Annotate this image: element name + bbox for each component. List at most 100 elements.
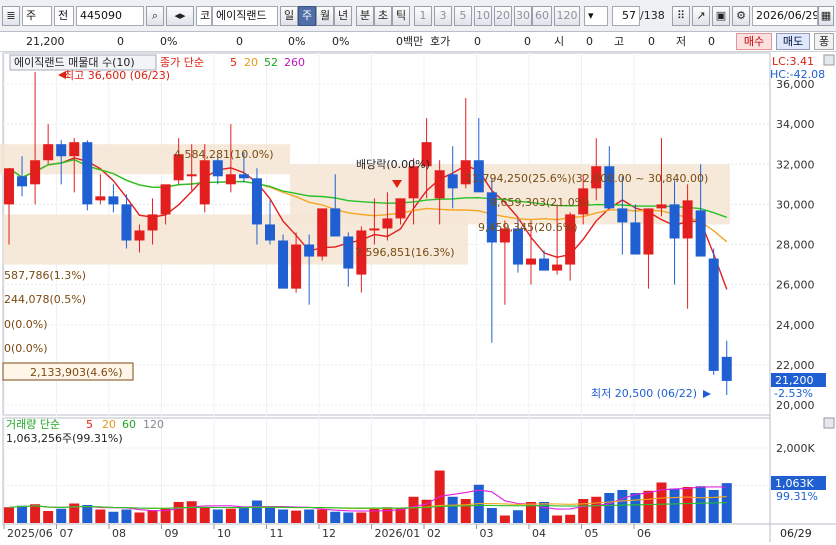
- candle-body: [225, 174, 236, 185]
- ma-period-52: 52: [264, 56, 278, 69]
- volume-bar: [447, 496, 458, 523]
- broker-label[interactable]: 코: [196, 6, 212, 26]
- gear-icon[interactable]: ⚙: [732, 6, 750, 26]
- volume-bar: [382, 507, 393, 523]
- tab-year[interactable]: 년: [334, 6, 352, 26]
- volume-bar: [656, 482, 667, 523]
- panel-close-icon[interactable]: [823, 417, 835, 429]
- minute-30[interactable]: 30: [514, 6, 532, 26]
- volume-bar: [643, 490, 654, 523]
- minute-20[interactable]: 20: [494, 6, 512, 26]
- volume-icon[interactable]: ◂▸: [166, 6, 194, 26]
- volume-tick-label: 2,000K: [776, 442, 815, 455]
- candle-body: [721, 356, 732, 381]
- hc-label: HC:-42.08: [770, 68, 825, 81]
- volume-bar: [317, 509, 328, 523]
- settings-button[interactable]: 퐁: [814, 33, 834, 50]
- profile-label: 9,459,345(20.6%): [478, 221, 578, 234]
- candle-body: [395, 198, 406, 219]
- candle-body: [69, 142, 80, 157]
- profile-label: 11,794,250(25.6%)(32,000.00 ~ 30,840.00): [465, 172, 708, 185]
- candle-body: [552, 264, 563, 271]
- candle-body: [82, 142, 93, 205]
- x-tick-label: 05: [585, 527, 599, 540]
- x-tick-label: 02: [427, 527, 441, 540]
- candle-body: [95, 196, 106, 201]
- grid-icon[interactable]: ⠿: [672, 6, 690, 26]
- volume-bar: [604, 493, 615, 523]
- profile-label: 4,584,281(10.0%): [174, 148, 274, 161]
- minute-5[interactable]: 5: [454, 6, 472, 26]
- info-val: 0: [474, 35, 481, 48]
- x-tick-label: 2025/06: [7, 527, 53, 540]
- info-val: 호가: [430, 35, 451, 48]
- tab-tick[interactable]: 틱: [392, 6, 410, 26]
- info-val: 0%: [332, 35, 350, 48]
- volume-bar: [512, 510, 523, 523]
- menu-icon[interactable]: ≣: [2, 6, 20, 26]
- candle-body: [447, 174, 458, 189]
- profile-label: 0(0.0%): [4, 342, 48, 355]
- count-input[interactable]: 57: [612, 6, 640, 26]
- profile-label: 0(0.0%): [4, 318, 48, 331]
- volume-bar: [408, 496, 419, 523]
- low-label: 최저 20,500 (06/22): [591, 387, 697, 400]
- current-price-value: 21,200: [775, 374, 814, 387]
- minute-120[interactable]: 120: [554, 6, 580, 26]
- volume-bar: [304, 509, 315, 523]
- volume-bar: [121, 509, 132, 523]
- custom-period-select[interactable]: ▾: [584, 6, 608, 26]
- mode-select[interactable]: 주: [22, 6, 52, 26]
- x-tick-label: 2026/01: [375, 527, 421, 540]
- volume-bar: [669, 488, 680, 523]
- date-input[interactable]: 2026/06/29: [752, 6, 818, 26]
- candle-body: [186, 174, 197, 177]
- info-val: 0: [648, 35, 655, 48]
- minute-1[interactable]: 1: [414, 6, 432, 26]
- stock-chart[interactable]: 36,00034,00032,00030,00028,00026,00024,0…: [0, 52, 836, 545]
- tab-week[interactable]: 주: [298, 6, 316, 26]
- volume-bar: [356, 512, 367, 523]
- calendar-icon[interactable]: ▦: [818, 6, 834, 26]
- y-tick-label: 34,000: [776, 118, 815, 131]
- minute-3[interactable]: 3: [434, 6, 452, 26]
- tab-second[interactable]: 초: [374, 6, 392, 26]
- prev-label[interactable]: 전: [54, 6, 74, 26]
- volume-bar: [17, 505, 28, 523]
- candle-body: [265, 224, 275, 241]
- y-tick-label: 24,000: [776, 319, 815, 332]
- chart-edit-icon[interactable]: ↗: [692, 6, 710, 26]
- volume-bar: [708, 490, 719, 523]
- volume-bar: [565, 514, 576, 523]
- volume-bar: [578, 499, 589, 523]
- tab-day[interactable]: 일: [280, 6, 298, 26]
- minute-60[interactable]: 60: [532, 6, 552, 26]
- candle-body: [408, 166, 419, 199]
- buy-button[interactable]: 매수: [736, 33, 772, 50]
- tab-minute[interactable]: 분: [356, 6, 374, 26]
- sell-button[interactable]: 매도: [776, 33, 810, 50]
- info-val: 0: [586, 35, 593, 48]
- volume-bar: [265, 506, 275, 523]
- candle-body: [56, 144, 67, 157]
- minute-10[interactable]: 10: [474, 6, 492, 26]
- volume-bar: [617, 490, 628, 523]
- vol-ma-5: 5: [86, 418, 93, 431]
- candle-body: [251, 178, 262, 225]
- tab-month[interactable]: 월: [316, 6, 334, 26]
- info-val: 0: [236, 35, 243, 48]
- scroll-up-icon[interactable]: [823, 54, 835, 66]
- current-volume-pct: 99.31%: [776, 490, 818, 503]
- candle-body: [147, 214, 158, 231]
- stock-name[interactable]: 에이직랜드: [212, 6, 278, 26]
- ma-period-260: 260: [284, 56, 305, 69]
- volume-bar: [82, 505, 93, 523]
- candle-body: [199, 160, 210, 205]
- volume-bar: [695, 486, 706, 523]
- info-val: 0: [708, 35, 715, 48]
- search-icon[interactable]: ⌕: [146, 6, 164, 26]
- stock-code-input[interactable]: 445090: [76, 6, 144, 26]
- volume-bar: [56, 508, 67, 523]
- save-icon[interactable]: ▣: [712, 6, 730, 26]
- candle-body: [317, 208, 328, 257]
